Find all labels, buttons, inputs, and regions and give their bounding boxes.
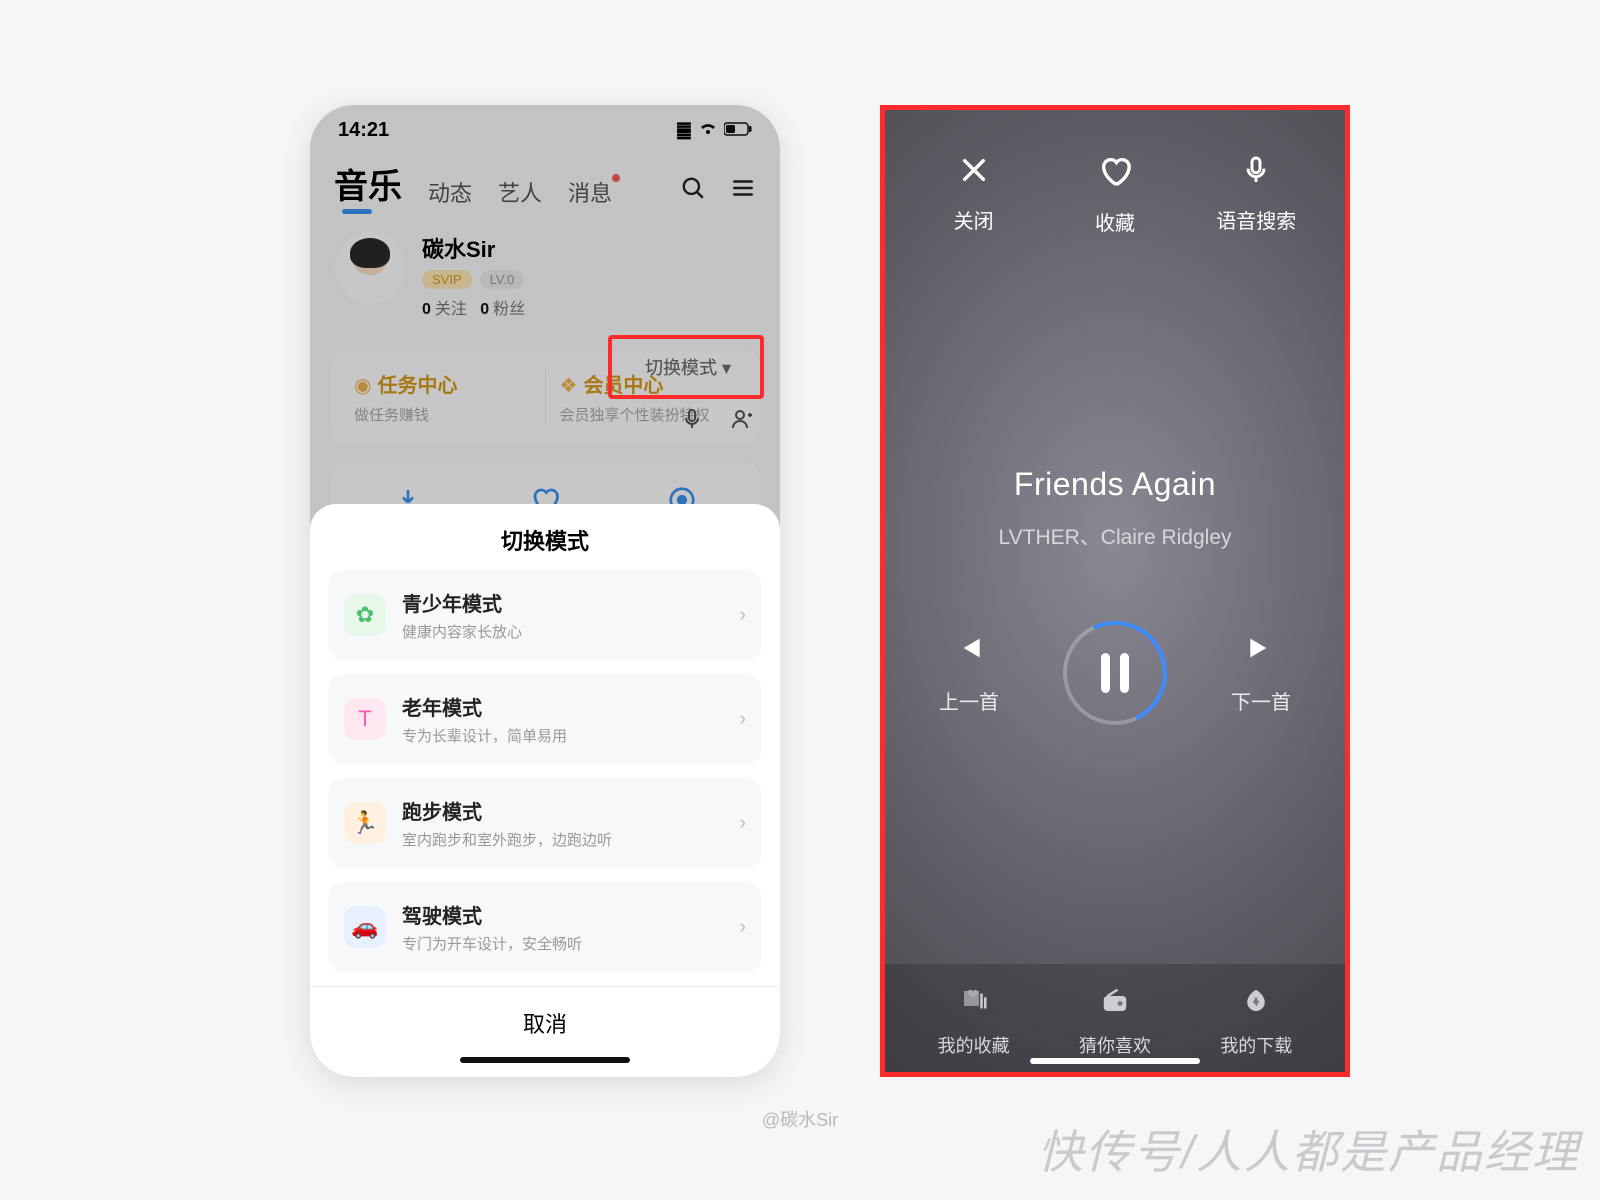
my-downloads[interactable]: 我的下载 bbox=[1220, 986, 1292, 1058]
download-heart-icon bbox=[1220, 986, 1292, 1024]
track-title: Friends Again bbox=[885, 466, 1345, 503]
phone-profile-screen: 14:21 ䷀ 音乐 动态 艺人 消息 bbox=[310, 105, 780, 1077]
mode-sheet: 切换模式 ✿ 青少年模式健康内容家长放心 › T 老年模式专为长辈设计，简单易用… bbox=[310, 504, 780, 1077]
heart-list-icon bbox=[938, 986, 1010, 1024]
voice-search-button[interactable]: 语音搜索 bbox=[1201, 154, 1311, 236]
track-artist: LVTHER、Claire Ridgley bbox=[885, 521, 1345, 551]
close-button[interactable]: 关闭 bbox=[919, 154, 1029, 236]
prev-button[interactable]: 上一首 bbox=[939, 632, 999, 715]
prev-icon bbox=[939, 632, 999, 672]
play-pause-button[interactable] bbox=[1063, 621, 1167, 725]
sheet-title: 切换模式 bbox=[310, 524, 780, 556]
favorite-button[interactable]: 收藏 bbox=[1060, 154, 1170, 236]
mode-run[interactable]: 🏃 跑步模式室内跑步和室外跑步，边跑边听 › bbox=[328, 778, 762, 868]
mode-drive[interactable]: 🚗 驾驶模式专门为开车设计，安全畅听 › bbox=[328, 882, 762, 972]
radio-icon bbox=[1079, 986, 1151, 1024]
player-bottom-bar: 我的收藏 猜你喜欢 我的下载 bbox=[885, 964, 1345, 1072]
car-icon: 🚗 bbox=[344, 906, 386, 948]
close-icon bbox=[919, 154, 1029, 195]
mode-teen[interactable]: ✿ 青少年模式健康内容家长放心 › bbox=[328, 570, 762, 660]
leaf-icon: ✿ bbox=[344, 594, 386, 636]
chevron-right-icon: › bbox=[739, 708, 746, 731]
mic-icon bbox=[1201, 154, 1311, 195]
credit-text: @碳水Sir bbox=[762, 1106, 838, 1132]
phone-player-screen: 关闭 收藏 语音搜索 Friends Again LVTHER、Claire R… bbox=[880, 105, 1350, 1077]
chevron-right-icon: › bbox=[739, 916, 746, 939]
cancel-button[interactable]: 取消 bbox=[310, 986, 780, 1047]
chevron-right-icon: › bbox=[739, 604, 746, 627]
guess-you-like[interactable]: 猜你喜欢 bbox=[1079, 986, 1151, 1058]
my-favorites[interactable]: 我的收藏 bbox=[938, 986, 1010, 1058]
home-indicator bbox=[460, 1057, 630, 1063]
mode-elder[interactable]: T 老年模式专为长辈设计，简单易用 › bbox=[328, 674, 762, 764]
next-button[interactable]: 下一首 bbox=[1231, 632, 1291, 715]
mode-switch-trigger[interactable]: 切换模式 ▾ bbox=[618, 345, 758, 389]
chevron-right-icon: › bbox=[739, 812, 746, 835]
heart-icon bbox=[1060, 154, 1170, 197]
text-icon: T bbox=[344, 698, 386, 740]
pause-icon bbox=[1101, 653, 1129, 693]
runner-icon: 🏃 bbox=[344, 802, 386, 844]
next-icon bbox=[1231, 632, 1291, 672]
now-playing: Friends Again LVTHER、Claire Ridgley bbox=[885, 466, 1345, 551]
watermark: 快传号/人人都是产品经理 bbox=[1037, 1116, 1580, 1182]
home-indicator bbox=[1030, 1058, 1200, 1064]
